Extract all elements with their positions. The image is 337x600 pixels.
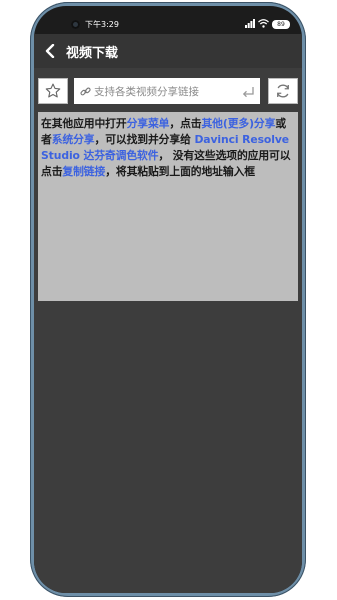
other-share-keyword: 其他(更多)分享 [201,117,276,130]
status-bar: 下午3:29 89 [34,6,302,34]
status-icons: 89 [245,19,290,30]
url-placeholder: 支持各类视频分享链接 [94,85,199,98]
link-icon [79,85,91,97]
star-icon [45,83,61,98]
refresh-icon [277,84,289,98]
app-bar: 视频下载 [34,34,302,68]
main-content: 支持各类视频分享链接 在其他应用中打开分享菜单，点击其他(更多)分享或者系统分享… [34,68,302,593]
system-share-keyword: 系统分享 [51,133,95,146]
signal-icon [245,19,255,30]
front-camera [71,20,80,29]
url-input-row: 支持各类视频分享链接 [38,78,298,106]
copy-link-keyword: 复制链接 [62,165,106,178]
status-time: 下午3:29 [85,20,119,29]
phone-screen: 下午3:29 89 视频下载 支持各类视频分享链接 在其他应用中打开分享菜单，点… [34,6,302,593]
page-title: 视频下载 [66,45,119,61]
enter-icon[interactable] [241,84,255,98]
back-arrow-icon[interactable] [42,43,58,59]
refresh-button[interactable] [268,78,298,104]
instruction-text: ，点击 [169,117,202,130]
share-menu-keyword: 分享菜单 [126,117,170,130]
favorite-button[interactable] [38,78,68,104]
instruction-text: ，将其粘贴到上面的地址输入框 [105,165,255,178]
instruction-text: ，可以找到并分享给 [94,133,195,146]
wifi-icon [258,19,269,30]
url-input[interactable]: 支持各类视频分享链接 [74,78,260,104]
instruction-text: 在其他应用中打开 [41,117,127,130]
share-instructions: 在其他应用中打开分享菜单，点击其他(更多)分享或者系统分享，可以找到并分享给 D… [38,112,298,301]
battery-icon: 89 [272,20,290,29]
